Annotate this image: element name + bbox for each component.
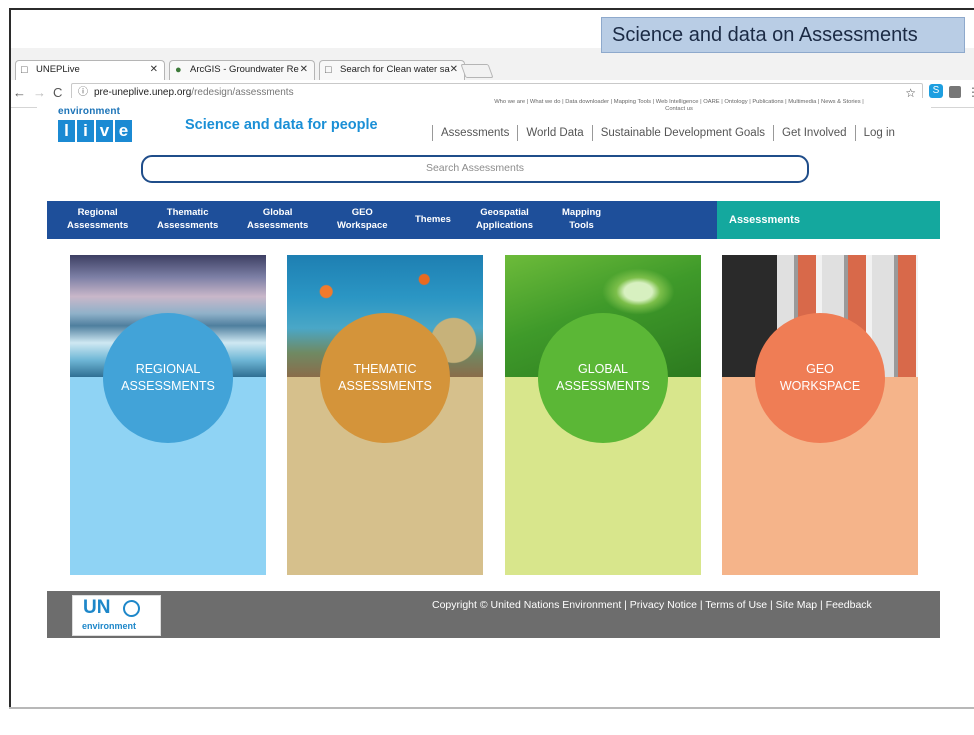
page-icon: □ <box>21 64 28 76</box>
utility-links-line1[interactable]: Who we are | What we do | Data downloade… <box>429 99 929 106</box>
nav-label: Tools <box>569 220 594 231</box>
tab-title: ArcGIS - Groundwater Re <box>190 64 299 75</box>
skype-extension-icon[interactable]: S <box>929 84 943 98</box>
un-logo-text: UN <box>83 597 111 618</box>
link-world-data[interactable]: World Data <box>517 125 591 141</box>
card-circle: THEMATIC ASSESSMENTS <box>320 313 450 443</box>
link-sdg[interactable]: Sustainable Development Goals <box>591 125 773 141</box>
logo-top-text: environment <box>58 106 121 117</box>
new-tab-button[interactable] <box>460 64 494 78</box>
card-title-line1: REGIONAL <box>135 362 201 376</box>
nav-thematic-assessments[interactable]: Thematic Assessments <box>157 206 218 232</box>
nav-label: Assessments <box>67 220 129 231</box>
card-circle: REGIONAL ASSESSMENTS <box>103 313 233 443</box>
utility-links[interactable]: Who we are | What we do | Data downloade… <box>429 99 929 113</box>
nav-label: Workspace <box>337 220 388 231</box>
card-circle: GLOBAL ASSESSMENTS <box>538 313 668 443</box>
nav-geospatial-applications[interactable]: Geospatial Applications <box>476 206 533 232</box>
utility-links-line2[interactable]: Contact us <box>429 106 929 113</box>
un-environment-logo[interactable]: UN environment <box>72 595 161 636</box>
logo-letter: l <box>58 120 75 142</box>
logo-letters: l i v e <box>58 120 138 142</box>
back-arrow-icon[interactable]: ← <box>13 85 26 101</box>
tab-title: UNEPLive <box>36 64 80 75</box>
un-logo-subtext: environment <box>82 621 137 631</box>
slide-title: Science and data on Assessments <box>601 17 965 53</box>
link-get-involved[interactable]: Get Involved <box>773 125 855 141</box>
link-assessments[interactable]: Assessments <box>432 125 517 141</box>
card-title-line2: WORKSPACE <box>779 379 861 393</box>
card-regional-assessments[interactable]: REGIONAL ASSESSMENTS <box>70 255 266 575</box>
link-log-in[interactable]: Log in <box>854 125 903 141</box>
environment-live-logo[interactable]: environment l i v e <box>58 106 138 150</box>
card-title-line2: ASSESSMENTS <box>556 379 650 393</box>
page-icon: □ <box>325 64 332 76</box>
card-title-line1: GLOBAL <box>577 362 629 376</box>
main-links: Assessments World Data Sustainable Devel… <box>432 125 903 141</box>
nav-label: Geospatial <box>480 207 529 218</box>
search-input[interactable]: Search Assessments <box>141 155 809 183</box>
card-title-line2: ASSESSMENTS <box>338 379 432 393</box>
close-icon[interactable]: ✕ <box>450 61 458 79</box>
globe-icon: ● <box>175 64 182 76</box>
logo-letter: i <box>77 120 94 142</box>
card-circle: GEO WORKSPACE <box>755 313 885 443</box>
card-title-line1: THEMATIC <box>353 362 417 376</box>
card-global-assessments[interactable]: GLOBAL ASSESSMENTS <box>505 255 701 575</box>
menu-icon[interactable]: ⋮ <box>967 84 974 100</box>
card-thematic-assessments[interactable]: THEMATIC ASSESSMENTS <box>287 255 483 575</box>
nav-label: GEO <box>351 207 373 218</box>
un-globe-icon <box>123 600 140 617</box>
card-geo-workspace[interactable]: GEO WORKSPACE <box>722 255 918 575</box>
close-icon[interactable]: ✕ <box>300 61 308 79</box>
logo-letter: v <box>96 120 113 142</box>
nav-assessments-active[interactable]: Assessments <box>717 201 940 239</box>
url-path: /redesign/assessments <box>191 87 294 98</box>
nav-regional-assessments[interactable]: Regional Assessments <box>67 206 128 232</box>
main-nav: Regional Assessments Thematic Assessment… <box>47 201 717 239</box>
nav-label: Thematic <box>166 207 209 218</box>
close-icon[interactable]: ✕ <box>150 61 158 79</box>
nav-label: Assessments <box>247 220 309 231</box>
card-title-line1: GEO <box>806 362 834 376</box>
url-host: pre-uneplive.unep.org <box>94 87 192 98</box>
nav-label: Applications <box>476 220 534 231</box>
card-title-line2: ASSESSMENTS <box>121 379 215 393</box>
tab-uneplive[interactable]: □ UNEPLive ✕ <box>15 60 165 80</box>
nav-label: Regional <box>77 207 118 218</box>
nav-label: Global <box>262 207 293 218</box>
slide: □ UNEPLive ✕ ● ArcGIS - Groundwater Re ✕… <box>0 0 974 735</box>
nav-mapping-tools[interactable]: Mapping Tools <box>562 206 601 232</box>
nav-label: Mapping <box>562 207 602 218</box>
tab-arcgis[interactable]: ● ArcGIS - Groundwater Re ✕ <box>169 60 315 80</box>
nav-global-assessments[interactable]: Global Assessments <box>247 206 308 232</box>
nav-label: Themes <box>415 214 451 225</box>
web-page: environment l i v e Science and data for… <box>37 98 940 638</box>
tab-title: Search for Clean water sa <box>340 64 450 75</box>
site-footer: UN environment Copyright © United Nation… <box>47 591 940 638</box>
nav-geo-workspace[interactable]: GEO Workspace <box>337 206 388 232</box>
nav-label: Assessments <box>157 220 219 231</box>
logo-letter: e <box>115 120 132 142</box>
extension-icon[interactable] <box>949 86 961 98</box>
slide-divider <box>9 707 974 709</box>
footer-links[interactable]: Copyright © United Nations Environment |… <box>432 599 872 611</box>
site-tagline: Science and data for people <box>185 117 378 133</box>
tab-search[interactable]: □ Search for Clean water sa ✕ <box>319 60 465 80</box>
nav-themes[interactable]: Themes <box>415 213 451 226</box>
